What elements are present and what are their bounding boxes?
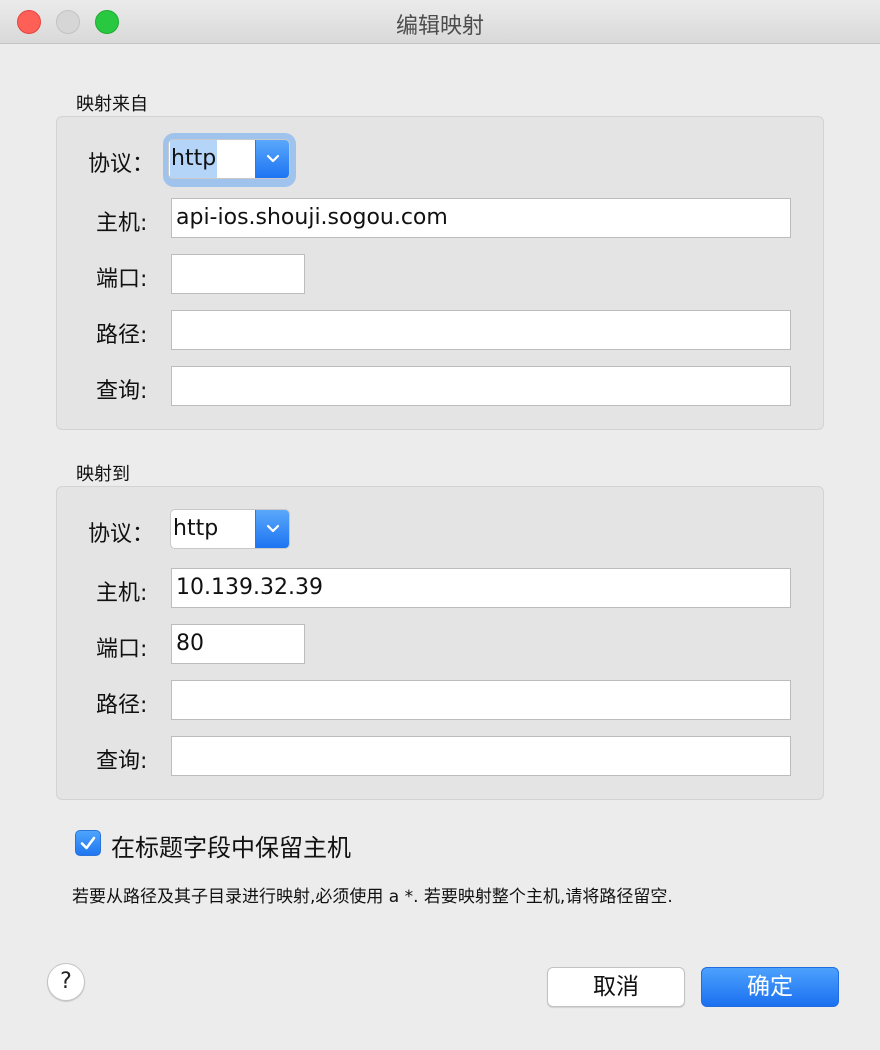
map-from-section-label: 映射来自	[76, 94, 148, 115]
checkmark-icon	[80, 836, 96, 850]
from-protocol-value: http	[170, 140, 218, 178]
to-host-input[interactable]: 10.139.32.39	[171, 568, 791, 608]
chevron-down-icon	[255, 510, 289, 548]
from-port-input[interactable]	[171, 254, 305, 294]
map-to-section-label: 映射到	[76, 464, 130, 485]
cancel-button[interactable]: 取消	[547, 967, 685, 1007]
from-protocol-select[interactable]: http	[168, 139, 290, 179]
to-path-input[interactable]	[171, 680, 791, 720]
from-path-label: 路径:	[96, 323, 148, 348]
from-query-label: 查询:	[96, 379, 148, 404]
preserve-host-label[interactable]: 在标题字段中保留主机	[111, 828, 351, 863]
to-protocol-value: http	[173, 516, 219, 541]
to-protocol-select[interactable]: http	[170, 509, 290, 549]
preserve-host-checkbox[interactable]	[75, 830, 101, 856]
ok-button[interactable]: 确定	[701, 967, 839, 1007]
from-query-input[interactable]	[171, 366, 791, 406]
from-path-input[interactable]	[171, 310, 791, 350]
title-bar: 编辑映射	[0, 0, 880, 44]
from-protocol-label: 协议：	[88, 152, 155, 177]
to-port-input[interactable]: 80	[171, 624, 305, 664]
to-query-input[interactable]	[171, 736, 791, 776]
help-button[interactable]: ?	[47, 963, 85, 1001]
to-path-label: 路径:	[96, 693, 148, 718]
from-host-label: 主机:	[96, 211, 148, 236]
chevron-down-icon	[255, 140, 289, 178]
to-protocol-label: 协议：	[88, 522, 155, 547]
from-port-label: 端口:	[96, 267, 148, 292]
to-host-label: 主机:	[96, 581, 148, 606]
window-title: 编辑映射	[395, 14, 484, 39]
to-port-label: 端口:	[96, 637, 148, 662]
to-query-label: 查询:	[96, 749, 148, 774]
hint-text: 若要从路径及其子目录进行映射,必须使用 a *. 若要映射整个主机,请将路径留空…	[72, 887, 673, 907]
from-host-input[interactable]: api-ios.shouji.sogou.com	[171, 198, 791, 238]
